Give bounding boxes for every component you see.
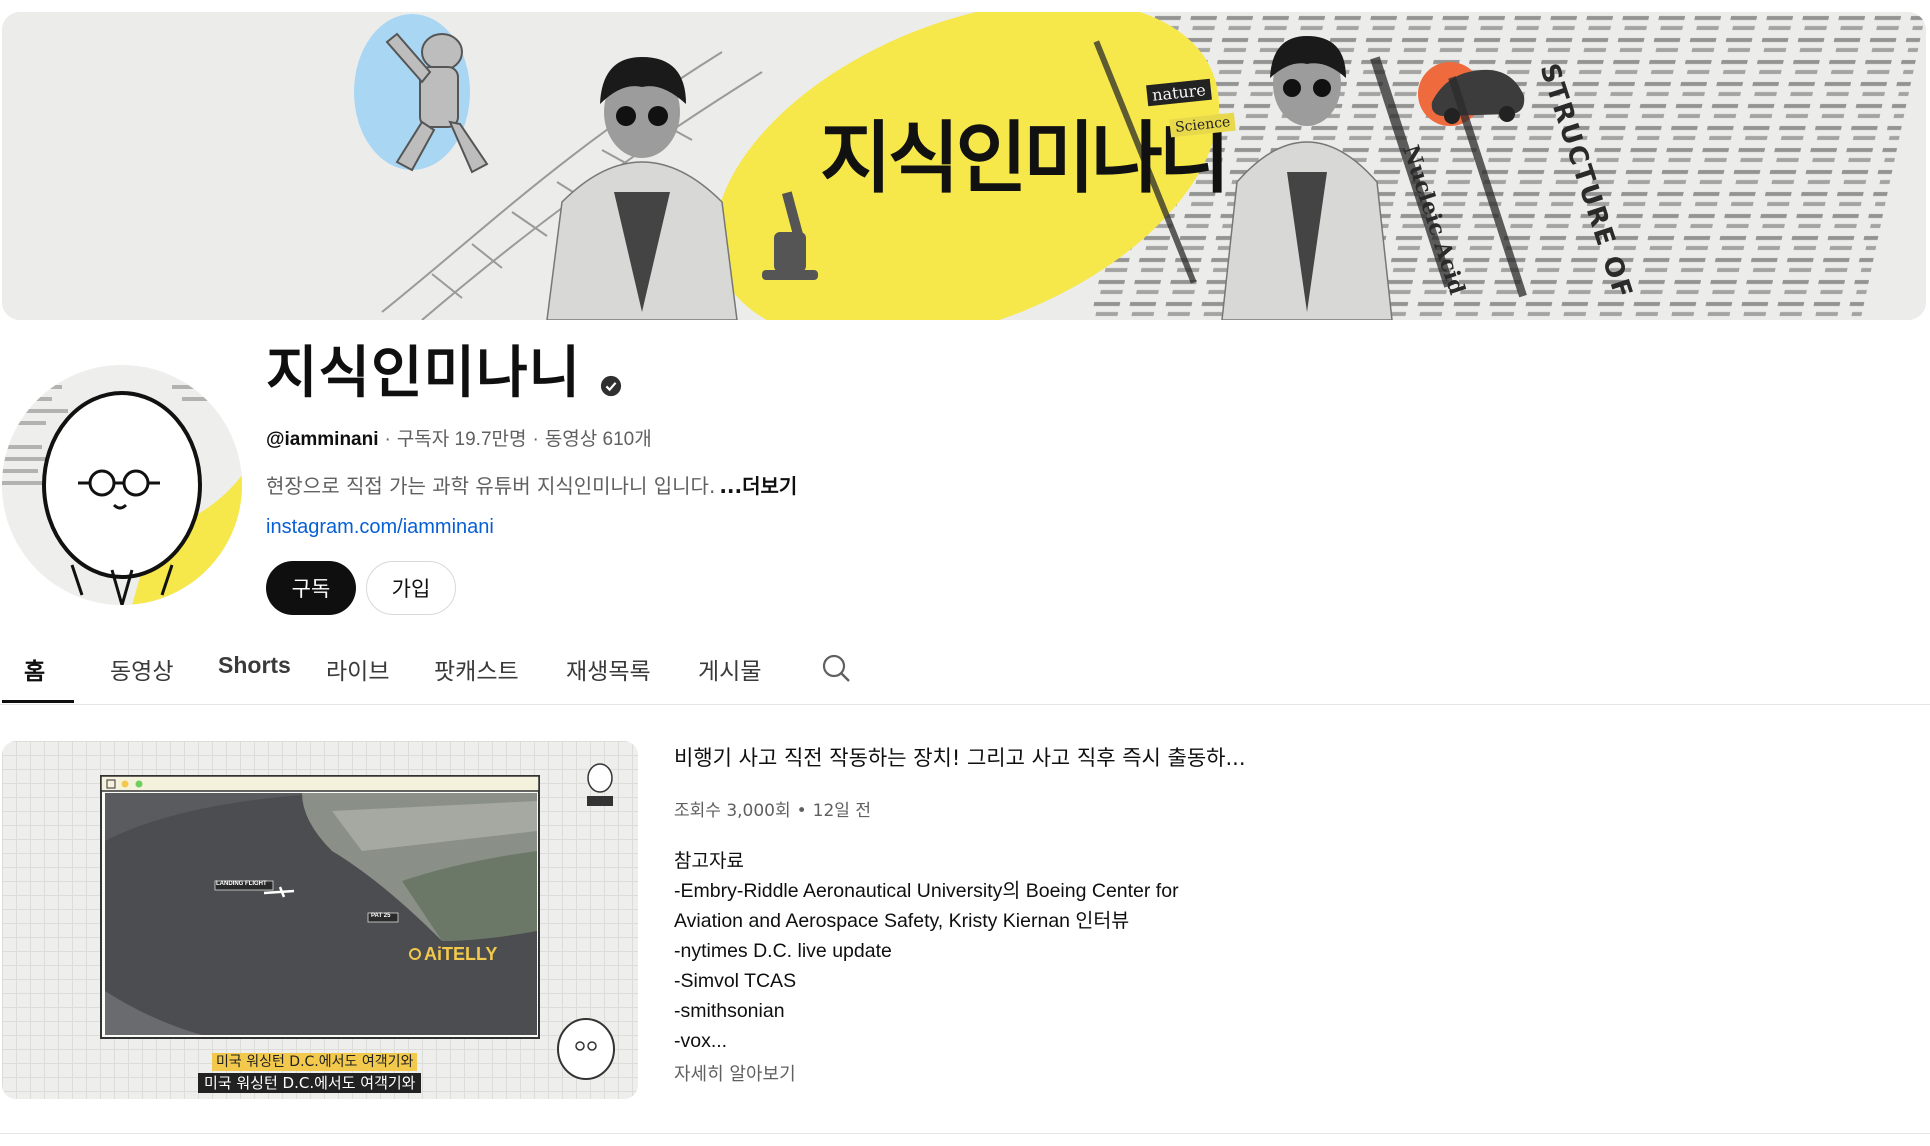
channel-banner: 지식인미나니 nature Science Nucleic Acid STRUC…: [2, 12, 1926, 320]
thumbnail-watermark: AiTELLY: [424, 944, 498, 964]
tab-live[interactable]: 라이브: [326, 652, 389, 686]
thumbnail-label-landing: LANDING FLIGHT: [216, 881, 267, 887]
tab-posts[interactable]: 게시물: [698, 652, 761, 686]
description-line: -vox...: [674, 1030, 728, 1052]
tab-shorts[interactable]: Shorts: [218, 652, 291, 679]
thumbnail-label-pat: PAT 25: [371, 913, 391, 919]
tab-home[interactable]: 홈: [24, 652, 45, 686]
channel-meta: @iamminani · 구독자 19.7만명 · 동영상 610개: [266, 429, 652, 450]
channel-handle: @iamminani: [266, 429, 379, 450]
channel-description: 현장으로 직접 가는 과학 유튜버 지식인미나니 입니다.: [266, 474, 716, 498]
subscribe-button[interactable]: 구독: [266, 561, 356, 615]
video-count: 동영상 610개: [544, 429, 652, 450]
avatar-art: [2, 365, 242, 605]
featured-video-title[interactable]: 비행기 사고 직전 작동하는 장치! 그리고 사고 직후 즉시 출동하...: [674, 742, 1246, 772]
description-line: -smithsonian: [674, 1000, 785, 1022]
active-tab-indicator: [2, 700, 74, 703]
read-more-link[interactable]: 자세히 알아보기: [674, 1060, 796, 1086]
tab-podcasts[interactable]: 팟캐스트: [434, 652, 519, 686]
tabs-divider: [0, 704, 1930, 705]
featured-video-meta: 조회수 3,000회 • 12일 전: [674, 801, 871, 821]
tab-playlists[interactable]: 재생목록: [566, 652, 651, 686]
thumbnail-caption-bottom: 미국 워싱턴 D.C.에서도 여객기와: [198, 1073, 422, 1093]
channel-tabs: 홈 동영상 Shorts 라이브 팟캐스트 재생목록 게시물: [0, 640, 1930, 704]
search-icon[interactable]: [820, 652, 852, 684]
thumbnail-caption-top: 미국 워싱턴 D.C.에서도 여객기와: [212, 1053, 418, 1071]
featured-video-description: 참고자료 -Embry-Riddle Aeronautical Universi…: [674, 846, 1274, 1056]
description-line: 참고자료: [674, 850, 744, 872]
channel-name: 지식인미나니: [266, 341, 582, 406]
banner-title: 지식인미나니: [820, 114, 1231, 204]
description-line: -nytimes D.C. live update: [674, 940, 892, 962]
description-line: Aviation and Aerospace Safety, Kristy Ki…: [674, 910, 1130, 932]
description-line: -Embry-Riddle Aeronautical University의 B…: [674, 880, 1179, 902]
section-divider: [0, 1133, 1930, 1134]
upload-age: 12일 전: [812, 801, 871, 821]
thumbnail-art: [100, 763, 615, 1080]
tab-videos[interactable]: 동영상: [110, 652, 173, 686]
channel-external-link[interactable]: instagram.com/iamminani: [266, 516, 494, 539]
subscriber-count: 구독자 19.7만명: [396, 429, 527, 450]
channel-description-row[interactable]: 현장으로 직접 가는 과학 유튜버 지식인미나니 입니다. ...더보기: [266, 470, 797, 499]
join-button[interactable]: 가입: [366, 561, 456, 615]
view-count: 조회수 3,000회: [674, 801, 791, 821]
verified-badge-icon: [600, 375, 622, 397]
description-line: -Simvol TCAS: [674, 970, 797, 992]
more-link[interactable]: ...더보기: [719, 474, 797, 498]
channel-avatar[interactable]: [2, 365, 242, 605]
featured-video-thumbnail[interactable]: LANDING FLIGHT PAT 25 AiTELLY 미국 워싱턴 D.C…: [2, 741, 638, 1099]
